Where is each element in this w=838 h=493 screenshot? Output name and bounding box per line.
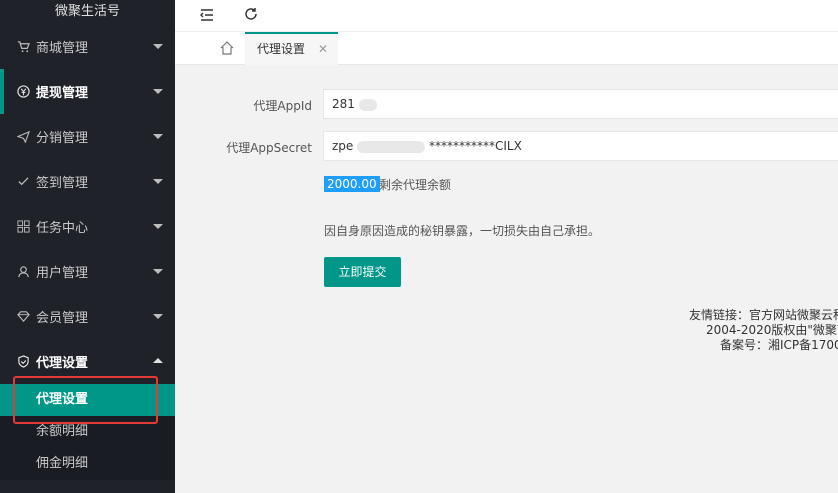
top-bar [175, 0, 838, 32]
close-icon[interactable]: ✕ [318, 34, 328, 64]
chevron-down-icon [153, 134, 163, 139]
tab-agent-settings[interactable]: 代理设置 ✕ [245, 32, 338, 65]
chevron-down-icon [153, 89, 163, 94]
tabs-bar: 代理设置 ✕ [175, 32, 838, 65]
cart-icon [16, 40, 30, 54]
sidebar-item-label: 任务中心 [36, 221, 89, 236]
main-content: 代理AppId 281 代理AppSecret zpe ***********C… [175, 65, 838, 493]
yen-icon [16, 85, 30, 99]
sidebar-item-label: 商城管理 [36, 41, 89, 56]
sidebar-item-distribution[interactable]: 分销管理 [0, 114, 175, 159]
appid-row: 代理AppId 281 [175, 89, 838, 119]
collapse-menu-icon[interactable] [200, 7, 214, 26]
chevron-down-icon [153, 44, 163, 49]
sidebar-item-users[interactable]: 用户管理 [0, 249, 175, 294]
refresh-icon[interactable] [244, 6, 258, 25]
highlight-box [13, 376, 158, 424]
sidebar-item-label: 签到管理 [36, 176, 89, 191]
sidebar-item-mall[interactable]: 商城管理 [0, 24, 175, 69]
sidebar-item-label: 用户管理 [36, 266, 89, 281]
secret-value-start: zpe [332, 139, 354, 153]
notice-text: 因自身原因造成的秘钥暴露，一切损失由自己承担。 [324, 224, 601, 238]
sidebar-item-label: 会员管理 [36, 311, 89, 326]
submit-button[interactable]: 立即提交 [324, 257, 401, 287]
home-icon[interactable] [219, 40, 235, 56]
secret-label: 代理AppSecret [226, 141, 312, 155]
grid-icon [16, 220, 30, 234]
footer-icp: 备案号：湘ICP备1700 [720, 338, 838, 352]
balance-text: 剩余代理余额 [379, 178, 452, 192]
send-icon [16, 130, 30, 144]
chevron-down-icon [153, 314, 163, 319]
secret-row: 代理AppSecret zpe ***********CILX [175, 131, 838, 161]
shield-icon [16, 355, 30, 369]
check-icon [16, 175, 30, 189]
chevron-down-icon [153, 179, 163, 184]
submenu-item-commission-detail[interactable]: 佣金明细 [0, 448, 175, 480]
appid-value: 281 [332, 97, 355, 111]
brand-title: 微聚生活号 [54, 4, 120, 19]
sidebar-item-label: 分销管理 [36, 131, 89, 146]
sidebar-item-tasks[interactable]: 任务中心 [0, 204, 175, 249]
chevron-up-icon [153, 358, 163, 363]
redacted-mask [358, 98, 377, 111]
tab-label: 代理设置 [257, 42, 306, 56]
sidebar-item-withdraw[interactable]: 提现管理 [0, 69, 175, 114]
appid-label: 代理AppId [253, 99, 312, 113]
sidebar-item-members[interactable]: 会员管理 [0, 294, 175, 339]
secret-value-end: ***********CILX [428, 139, 522, 153]
sidebar-item-label: 提现管理 [36, 86, 89, 101]
user-icon [16, 265, 30, 279]
sidebar-item-checkin[interactable]: 签到管理 [0, 159, 175, 204]
sidebar-item-label: 代理设置 [36, 356, 89, 371]
chevron-down-icon [153, 224, 163, 229]
secret-field[interactable]: zpe ***********CILX [323, 131, 838, 161]
chevron-down-icon [153, 269, 163, 274]
redacted-mask [357, 140, 426, 153]
balance-badge: 2000.00 [324, 176, 380, 192]
appid-field[interactable]: 281 [323, 89, 838, 119]
diamond-icon [16, 310, 30, 324]
